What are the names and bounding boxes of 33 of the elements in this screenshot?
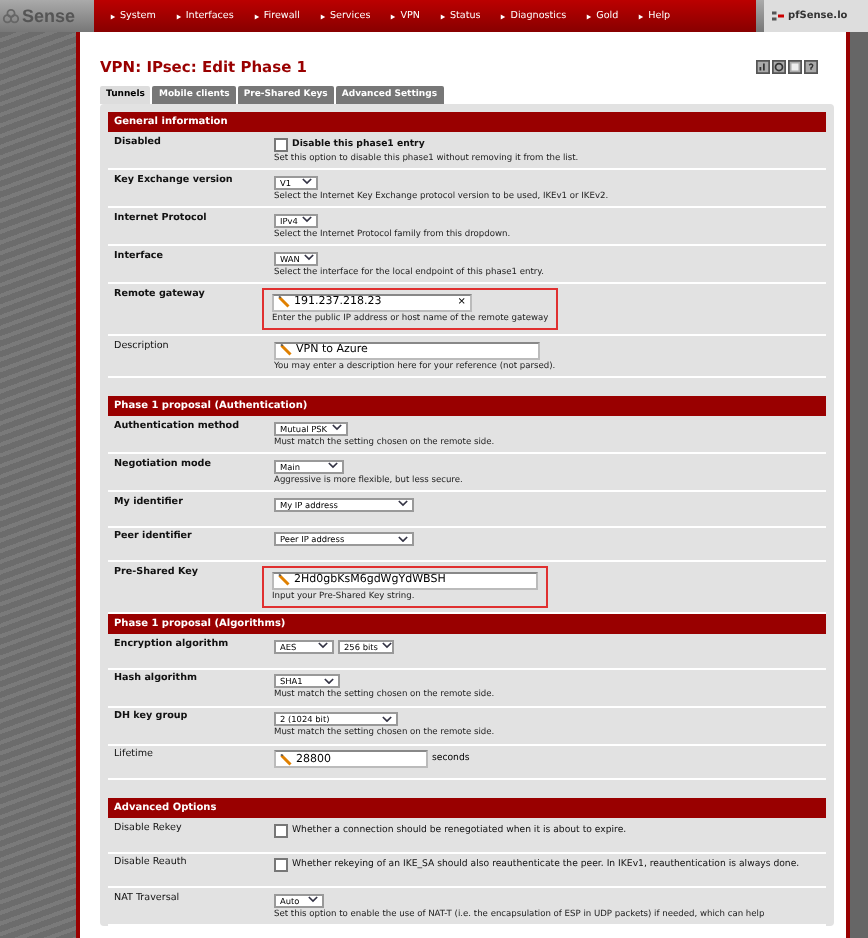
help-icon[interactable] — [804, 60, 818, 74]
triangle-icon — [390, 13, 397, 19]
triangle-icon — [586, 13, 593, 19]
chevron-icon — [303, 254, 314, 262]
chevron-icon — [302, 216, 312, 224]
triangle-icon — [253, 13, 260, 19]
logo: Sense — [22, 6, 76, 26]
pencil-icon — [278, 574, 290, 586]
pencil-icon — [280, 753, 292, 765]
flower-icon — [2, 7, 20, 25]
chevron-icon — [302, 178, 312, 186]
triangle-icon — [638, 13, 645, 19]
chevron-icon — [318, 642, 328, 650]
network-icon — [772, 10, 784, 22]
checkbox[interactable] — [274, 823, 288, 837]
triangle-icon — [319, 13, 326, 19]
chevron-icon — [308, 896, 318, 904]
checkbox[interactable] — [274, 137, 288, 151]
triangle-icon — [110, 13, 116, 19]
chart-icon[interactable] — [756, 60, 770, 74]
chevron-icon — [332, 424, 342, 432]
chevron-icon — [398, 500, 408, 508]
triangle-icon — [175, 13, 182, 19]
chevron-icon — [324, 677, 334, 685]
triangle-icon — [439, 13, 446, 19]
pencil-icon — [278, 296, 290, 308]
chevron-icon — [398, 535, 408, 543]
pencil-icon — [280, 344, 292, 356]
chevron-icon — [328, 462, 338, 470]
checkbox[interactable] — [274, 858, 288, 872]
chevron-icon — [381, 642, 392, 650]
triangle-icon — [500, 13, 507, 19]
chevron-icon — [382, 715, 392, 723]
